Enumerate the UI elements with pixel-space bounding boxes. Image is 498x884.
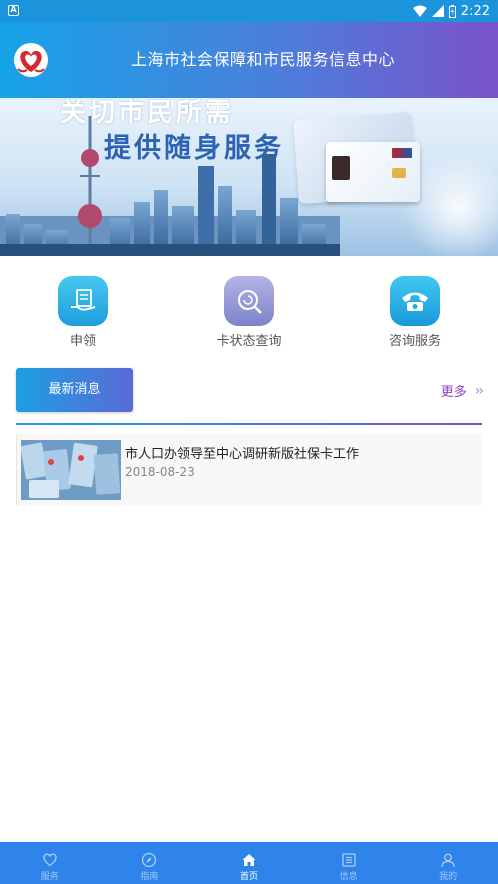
apply-card-icon [58,276,108,326]
card-photo [332,156,350,180]
latest-news-tab[interactable]: 最新消息 [16,368,133,412]
news-list-item[interactable]: 市人口办领导至中心调研新版社保卡工作 2018-08-23 [16,434,482,506]
unionpay-logo [392,148,412,158]
tab-service[interactable]: 服务 [0,842,100,884]
heart-icon [43,853,57,867]
status-bar: A 2:22 [0,0,498,22]
quick-action-consult[interactable]: 咨询服务 [355,276,475,349]
tab-label: 信息 [339,872,358,882]
quick-action-card-status[interactable]: 卡状态查询 [189,276,309,349]
signal-icon [431,5,444,17]
app-header: 上海市社会保障和市民服务信息中心 [0,22,498,98]
news-divider [16,423,482,425]
tab-info[interactable]: 信息 [299,842,399,884]
phone-consult-icon [390,276,440,326]
card-status-search-icon [224,276,274,326]
promo-banner[interactable]: 关切市民所需 提供随身服务 [0,98,498,256]
bottom-tab-bar: 服务 指南 首页 信息 我的 [0,842,498,884]
news-date: 2018-08-23 [125,465,195,479]
quick-actions: 申领 卡状态查询 咨询服务 [0,276,498,349]
news-title: 市人口办领导至中心调研新版社保卡工作 [125,447,360,462]
quick-action-apply[interactable]: 申领 [23,276,143,349]
more-label: 更多 [440,385,467,400]
city-skyline-image [0,116,340,256]
wifi-icon [412,5,427,17]
quick-action-label: 咨询服务 [388,334,441,349]
status-time: 2:22 [460,3,490,19]
user-icon [441,853,455,868]
compass-icon [142,852,157,868]
more-news-link[interactable]: 更多 ›› [440,381,484,401]
tab-label: 指南 [140,872,159,882]
card-chip [392,168,406,178]
home-icon [242,854,256,866]
tab-label: 服务 [40,872,59,882]
notification-icon: A [8,5,19,16]
double-chevron-right-icon: ›› [474,382,484,399]
list-icon [341,853,356,867]
screen: A 2:22 上海市社会保障和市民服务信息中心 关切市民所需 提供随身服务 申领… [0,0,498,884]
social-security-card-image [326,142,420,202]
tab-label: 首页 [239,872,258,882]
page-title: 上海市社会保障和市民服务信息中心 [130,50,395,69]
tab-guide[interactable]: 指南 [100,842,200,884]
quick-action-label: 申领 [69,334,96,349]
tab-mine[interactable]: 我的 [398,842,498,884]
tab-label: 我的 [439,872,458,882]
battery-icon [448,4,456,18]
tab-home[interactable]: 首页 [199,842,299,884]
quick-action-label: 卡状态查询 [216,334,282,349]
news-thumbnail-image [21,440,121,500]
